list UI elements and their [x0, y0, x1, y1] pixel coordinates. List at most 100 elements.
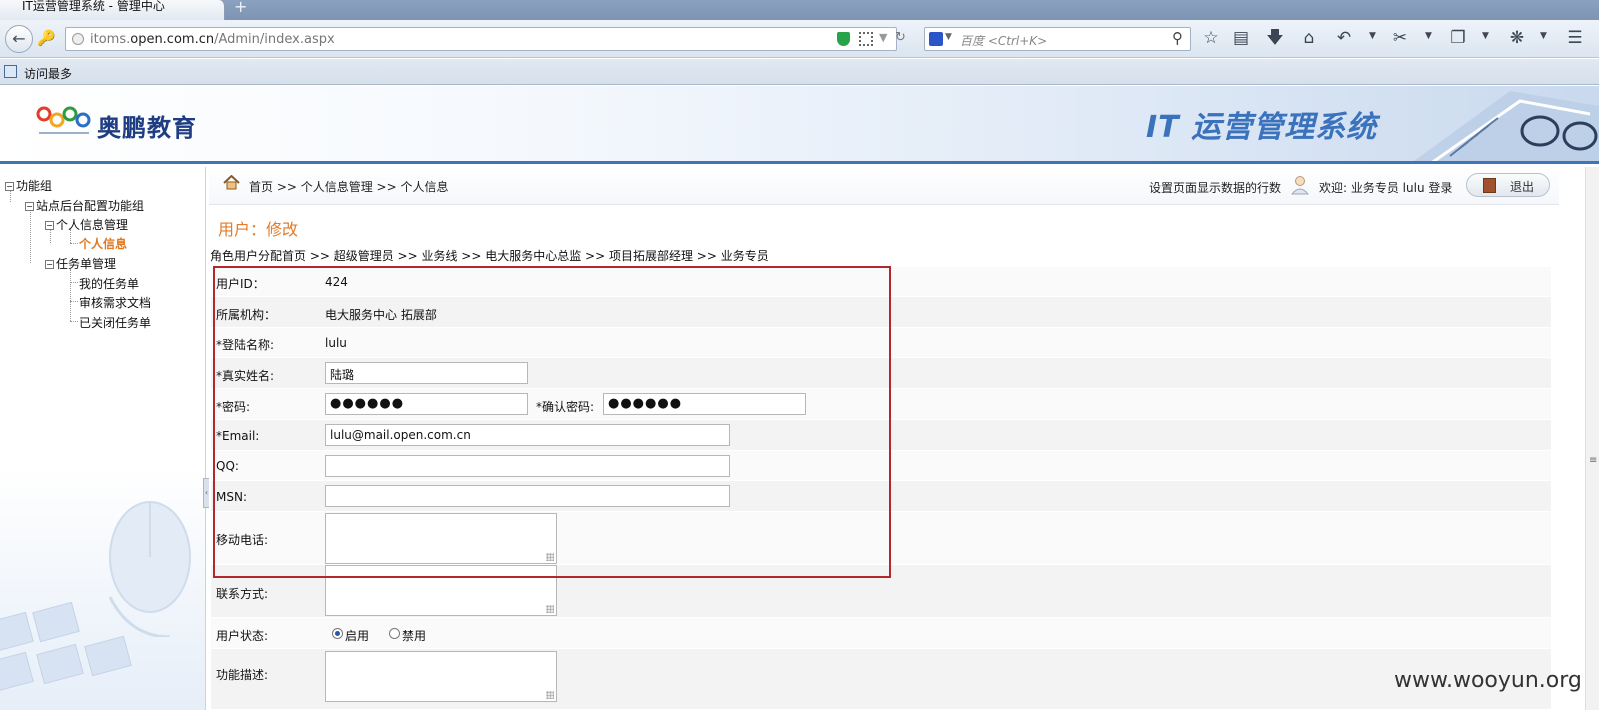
globe-icon [72, 33, 84, 45]
logout-button[interactable]: 退出 [1466, 173, 1550, 197]
form-row-contact: 联系方式: [211, 565, 1551, 618]
page-heading: 用户：修改 [218, 220, 299, 239]
address-bar[interactable]: itoms.open.com.cn/Admin/index.aspx ▼ ↻ [65, 27, 906, 51]
status-disabled-radio[interactable] [389, 628, 400, 639]
tab-title: IT运营管理系统 - 管理中心 [22, 0, 165, 13]
password-input[interactable]: ●●●●●● [325, 393, 528, 415]
reading-list-icon[interactable]: ▤ [1230, 27, 1252, 49]
organization-value: 电大服务中心 拓展部 [325, 308, 437, 322]
tree-item-site-config-group[interactable]: − 站点后台配置功能组 [25, 197, 144, 214]
reload-icon[interactable]: ↻ [895, 30, 906, 45]
user-status-label: 用户状态: [216, 629, 269, 643]
real-name-input[interactable]: 陆璐 [325, 362, 528, 384]
logout-label: 退出 [1510, 180, 1535, 194]
role-path-breadcrumb[interactable]: 角色用户分配首页 >> 超级管理员 >> 业务线 >> 电大服务中心总监 >> … [210, 247, 769, 264]
window-icon[interactable]: ❐ [1447, 27, 1469, 49]
site-header: 奥鹏教育 IT 运营管理系统 [0, 86, 1599, 164]
baidu-paw-icon[interactable] [929, 32, 943, 46]
most-visited-bookmark[interactable]: 访问最多 [24, 65, 72, 82]
qr-code-icon[interactable] [859, 32, 873, 46]
window-dropdown-icon[interactable]: ▼ [1482, 31, 1489, 41]
form-row-real-name: *真实姓名: 陆璐 [211, 358, 1551, 389]
search-input[interactable]: 百度 <Ctrl+K> [960, 32, 1047, 49]
crop-screenshot-icon[interactable]: ✂ [1389, 27, 1411, 49]
browser-tabstrip: IT运营管理系统 - 管理中心 + [0, 0, 1599, 20]
collapse-icon[interactable]: − [45, 221, 54, 230]
dropdown-arrow-icon[interactable]: ▼ [879, 31, 887, 44]
tree-connector [70, 301, 78, 302]
tree-item-review-docs[interactable]: 审核需求文档 [79, 294, 151, 311]
extension-dropdown-icon[interactable]: ▼ [1540, 31, 1547, 41]
menu-icon[interactable]: ☰ [1564, 27, 1586, 49]
home-icon[interactable]: ⌂ [1298, 27, 1320, 49]
brand-name: 奥鹏教育 [97, 114, 197, 142]
url-text: itoms.open.com.cn/Admin/index.aspx [90, 32, 335, 47]
qq-input[interactable] [325, 455, 730, 477]
key-icon[interactable]: 🔑 [37, 29, 56, 47]
status-enabled-label[interactable]: 启用 [345, 627, 369, 644]
msn-label: MSN: [216, 490, 247, 504]
email-label: *Email: [216, 429, 260, 443]
tree-item-my-tasks[interactable]: 我的任务单 [79, 275, 139, 292]
collapse-icon[interactable]: − [5, 182, 14, 191]
qq-label: QQ: [216, 459, 239, 473]
tree-connector [30, 210, 31, 263]
email-input[interactable]: lulu@mail.open.com.cn [325, 424, 730, 446]
mobile-textarea[interactable] [325, 513, 557, 564]
rows-per-page-setting-link[interactable]: 设置页面显示数据的行数 [1149, 179, 1281, 196]
back-button[interactable]: ← [5, 25, 33, 53]
extension-icon[interactable]: ❋ [1506, 27, 1528, 49]
search-icon[interactable]: ⚲ [1172, 29, 1183, 47]
download-icon[interactable]: 🡇 [1264, 27, 1286, 49]
search-bar[interactable]: ▼ 百度 <Ctrl+K> ⚲ [924, 27, 1191, 51]
user-avatar-icon [1291, 176, 1309, 195]
tree-connector [70, 282, 78, 283]
form-row-qq: QQ: [211, 451, 1551, 481]
browser-navbar: ← 🔑 itoms.open.com.cn/Admin/index.aspx ▼… [0, 20, 1599, 58]
bookmarks-bar: 访问最多 [0, 59, 1599, 85]
tree-item-root[interactable]: − 功能组 [5, 177, 52, 194]
home-icon[interactable] [223, 175, 240, 190]
organization-label: 所属机构： [216, 308, 277, 322]
confirm-password-label: *确认密码: [536, 400, 595, 414]
confirm-password-input[interactable]: ●●●●●● [603, 393, 806, 415]
content-topbar: 首页 >> 个人信息管理 >> 个人信息 设置页面显示数据的行数 欢迎: 业务专… [209, 167, 1559, 205]
tree-item-closed-tasks[interactable]: 已关闭任务单 [79, 314, 151, 331]
contact-label: 联系方式: [216, 587, 269, 601]
contact-textarea[interactable] [325, 565, 557, 616]
status-enabled-radio[interactable] [332, 628, 343, 639]
scrollbar-grip-icon[interactable]: ≡ [1589, 455, 1597, 466]
description-textarea[interactable] [325, 651, 557, 702]
undo-dropdown-icon[interactable]: ▼ [1369, 31, 1376, 41]
open-logo-icon[interactable] [35, 102, 93, 142]
shield-icon[interactable] [837, 32, 850, 46]
login-name-label: *登陆名称: [216, 338, 275, 352]
tree-item-personal-info-mgmt[interactable]: − 个人信息管理 [45, 216, 128, 233]
breadcrumb[interactable]: 首页 >> 个人信息管理 >> 个人信息 [249, 178, 448, 195]
tree-connector [70, 321, 78, 322]
door-exit-icon [1483, 178, 1496, 193]
browser-window: { "browser": { "tab_title": "IT运营管理系统 - … [0, 0, 1599, 710]
user-id-label: 用户ID： [216, 277, 265, 291]
system-title: IT 运营管理系统 [1146, 110, 1378, 145]
vertical-scrollbar[interactable]: ≡ [1585, 167, 1599, 710]
status-disabled-label[interactable]: 禁用 [402, 627, 426, 644]
password-label: *密码: [216, 400, 251, 414]
form-row-description: 功能描述: [211, 649, 1551, 710]
description-label: 功能描述: [216, 668, 269, 682]
browser-tab[interactable]: IT运营管理系统 - 管理中心 [0, 0, 225, 20]
collapse-icon[interactable]: − [25, 202, 34, 211]
watermark: www.wooyun.org [1394, 668, 1582, 693]
undo-icon[interactable]: ↶ [1333, 27, 1355, 49]
left-navigation-tree: − 功能组 − 站点后台配置功能组 − 个人信息管理 个人信息 − 任务单管理 我的任务… [0, 167, 206, 710]
tree-item-personal-info[interactable]: 个人信息 [79, 235, 127, 252]
new-tab-button[interactable]: + [234, 0, 247, 16]
search-engine-dropdown-icon[interactable]: ▼ [945, 32, 952, 42]
form-row-login-name: *登陆名称: lulu [211, 328, 1551, 358]
tree-item-task-mgmt[interactable]: − 任务单管理 [45, 255, 116, 272]
msn-input[interactable] [325, 485, 730, 507]
collapse-icon[interactable]: − [45, 260, 54, 269]
login-name-value: lulu [325, 336, 347, 350]
crop-dropdown-icon[interactable]: ▼ [1425, 31, 1432, 41]
bookmark-star-icon[interactable]: ☆ [1200, 27, 1222, 49]
